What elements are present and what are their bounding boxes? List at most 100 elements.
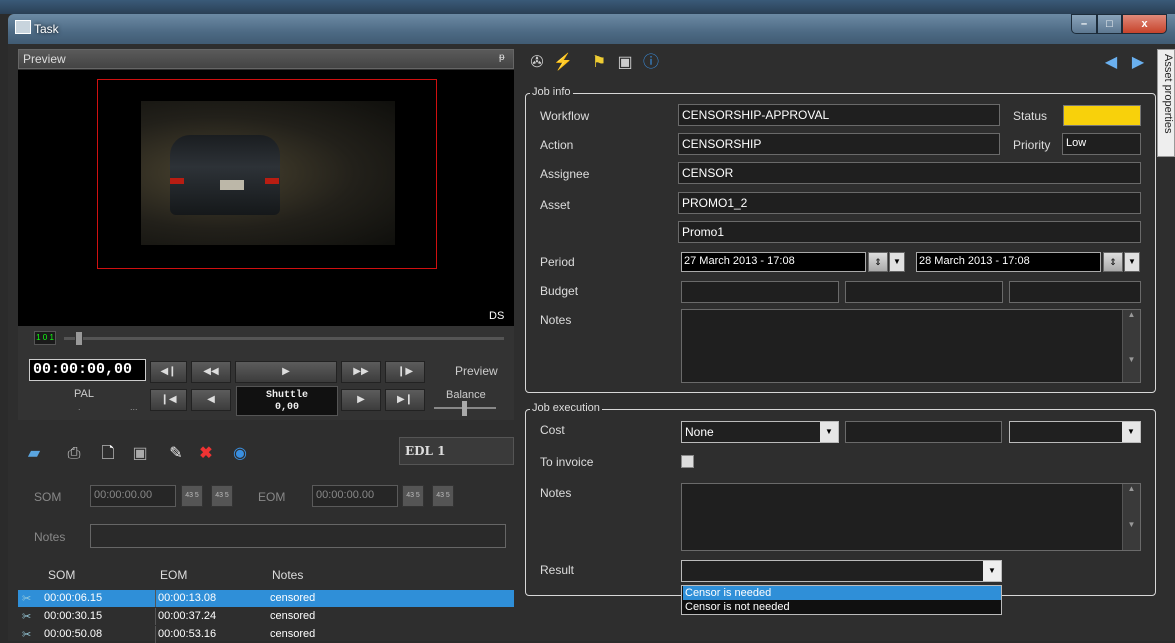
back-arrow-icon[interactable]: ◀	[1101, 53, 1121, 73]
open-icon[interactable]: ▰	[24, 444, 44, 464]
video-car	[170, 135, 280, 215]
table-row[interactable]: ✂ 00:00:30.15 00:00:37.24 censored	[18, 608, 514, 625]
fast-forward-icon[interactable]: ▶▶	[341, 361, 381, 383]
film-icon: ✂	[22, 611, 32, 623]
save-icon[interactable]: ▣	[130, 444, 150, 464]
exec-notes-scrollbar[interactable]: ▲ ▼	[1122, 484, 1140, 550]
period-start-field[interactable]: 27 March 2013 - 17:08	[681, 252, 866, 272]
period-end-spinner[interactable]: ⇕	[1103, 252, 1123, 272]
asset-name-field[interactable]: Promo1	[678, 221, 1141, 243]
result-option-not-needed[interactable]: Censor is not needed	[683, 600, 1001, 614]
video-plate	[220, 180, 244, 190]
period-end-dropdown[interactable]: ▼	[1124, 252, 1140, 272]
asset-properties-tab[interactable]: Asset properties	[1157, 49, 1175, 157]
row-eom: 00:00:53.16	[158, 628, 217, 640]
print-icon[interactable]: ⎙	[64, 444, 84, 464]
flag-icon[interactable]: ⚑	[589, 53, 609, 73]
result-option-needed[interactable]: Censor is needed	[683, 586, 1001, 600]
to-invoice-label: To invoice	[540, 455, 594, 469]
ds-label: DS	[489, 310, 505, 322]
assignee-field[interactable]: CENSOR	[678, 162, 1141, 184]
asset-label: Asset	[540, 198, 571, 212]
priority-field[interactable]: Low	[1062, 133, 1141, 155]
eom-set-button[interactable]: 43 5	[402, 485, 424, 507]
eom-go-button[interactable]: 43 5	[432, 485, 454, 507]
budget-field-3[interactable]	[1009, 281, 1141, 303]
balance-label: Balance	[446, 389, 486, 401]
notes-scrollbar[interactable]: ▲ ▼	[1122, 310, 1140, 382]
som-go-button[interactable]: 43 5	[211, 485, 233, 507]
col-som[interactable]: SOM	[48, 568, 75, 582]
preview-label: Preview	[455, 364, 498, 378]
row-notes: censored	[270, 628, 316, 640]
cost-select[interactable]: None ▼	[681, 421, 839, 443]
period-start-dropdown[interactable]: ▼	[889, 252, 905, 272]
result-select[interactable]: ▼	[681, 560, 1002, 582]
budget-field-1[interactable]	[681, 281, 839, 303]
table-row[interactable]: ✂ 00:00:06.15 00:00:13.08 censored	[18, 590, 514, 607]
video-taillight-right	[265, 178, 279, 184]
action-field[interactable]: CENSORSHIP	[678, 133, 1000, 155]
pin-icon[interactable]: ᵽ	[499, 52, 505, 63]
som-label: SOM	[34, 490, 62, 504]
action-label: Action	[540, 138, 574, 152]
row-som: 00:00:06.15	[44, 592, 103, 604]
forward-arrow-icon[interactable]: ▶	[1128, 53, 1148, 73]
row-eom: 00:00:13.08	[158, 592, 217, 604]
film-icon: ✂	[22, 593, 32, 605]
rewind-icon[interactable]: ◀◀	[191, 361, 231, 383]
top-strip	[0, 0, 1175, 14]
info-icon[interactable]: ⓘ	[641, 53, 661, 73]
film-icon[interactable]: ✇	[527, 53, 547, 73]
delete-icon[interactable]: ✖	[196, 444, 216, 464]
timecode-display[interactable]: 00:00:00,00	[29, 359, 146, 381]
step-forward-icon[interactable]: ❙▶	[385, 361, 425, 383]
cost-currency-select[interactable]: ▼	[1009, 421, 1141, 443]
exec-notes-textarea[interactable]: ▲ ▼	[681, 483, 1141, 551]
som-field[interactable]: 00:00:00.00	[90, 485, 176, 507]
save-icon[interactable]: ▣	[615, 53, 635, 73]
shuttle-control[interactable]: Shuttle 0,00	[236, 386, 338, 416]
status-label: Status	[1013, 109, 1048, 123]
eom-label: EOM	[258, 490, 286, 504]
asset-field[interactable]: PROMO1_2	[678, 192, 1141, 214]
timeline-scrubber[interactable]	[64, 337, 504, 340]
chevron-down-icon: ▼	[820, 422, 838, 442]
prev-frame-icon[interactable]: ◀	[191, 389, 231, 411]
period-start-spinner[interactable]: ⇕	[868, 252, 888, 272]
film-icon: ✂	[22, 629, 32, 641]
edit-icon[interactable]: ✎	[166, 444, 186, 464]
job-notes-label: Notes	[540, 313, 572, 327]
close-button[interactable]: x	[1122, 14, 1167, 34]
minimize-button[interactable]: –	[1071, 14, 1097, 34]
title-bar[interactable]	[8, 14, 1175, 44]
go-end-icon[interactable]: ▶❙	[385, 389, 425, 411]
add-icon[interactable]: 🗋	[98, 444, 118, 464]
next-frame-icon[interactable]: ▶	[341, 389, 381, 411]
app-icon	[15, 20, 31, 34]
play-circle-icon[interactable]: ◉	[230, 444, 250, 464]
workflow-field[interactable]: CENSORSHIP-APPROVAL	[678, 104, 1000, 126]
eom-field[interactable]: 00:00:00.00	[312, 485, 398, 507]
result-label: Result	[540, 563, 575, 577]
col-notes[interactable]: Notes	[272, 568, 303, 582]
budget-field-2[interactable]	[845, 281, 1003, 303]
scrubber-handle[interactable]	[75, 331, 83, 346]
table-row[interactable]: ✂ 00:00:50.08 00:00:53.16 censored	[18, 626, 514, 643]
col-eom[interactable]: EOM	[160, 568, 187, 582]
shuttle-title: Shuttle	[265, 390, 308, 401]
wizard-icon[interactable]: ⚡	[553, 53, 573, 73]
maximize-button[interactable]: □	[1097, 14, 1122, 34]
preview-panel-title: Preview	[18, 49, 514, 69]
job-notes-textarea[interactable]: ▲ ▼	[681, 309, 1141, 383]
go-start-icon[interactable]: ❙◀	[150, 389, 187, 411]
step-back-icon[interactable]: ◀❙	[150, 361, 187, 383]
som-set-button[interactable]: 43 5	[181, 485, 203, 507]
cost-label: Cost	[540, 423, 565, 437]
cost-amount-field[interactable]	[845, 421, 1002, 443]
balance-handle[interactable]	[462, 401, 467, 416]
to-invoice-checkbox[interactable]	[681, 455, 694, 468]
period-end-field[interactable]: 28 March 2013 - 17:08	[916, 252, 1101, 272]
edl-notes-input[interactable]	[90, 524, 506, 548]
play-icon[interactable]: ▶	[235, 361, 337, 383]
